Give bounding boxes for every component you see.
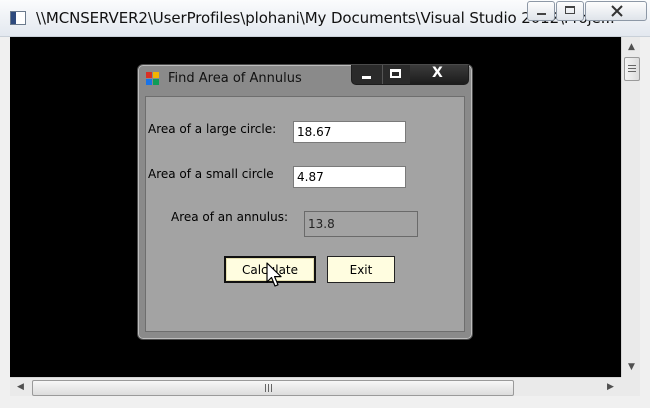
scroll-up-icon[interactable]: ▲ [622, 39, 641, 56]
small-circle-label: Area of a small circle [148, 167, 274, 181]
annulus-result: 13.8 [304, 211, 418, 237]
maximize-icon [390, 69, 401, 78]
mouse-cursor-icon [266, 262, 282, 287]
close-icon: X [432, 65, 443, 81]
window-frame-bottom [0, 396, 650, 408]
scroll-down-icon[interactable]: ▼ [622, 359, 641, 376]
large-circle-input[interactable] [293, 121, 406, 143]
scroll-left-icon[interactable]: ◀ [12, 378, 29, 397]
form-app-icon [146, 72, 160, 86]
maximize-icon [565, 6, 575, 14]
minimize-icon [362, 76, 371, 79]
minimize-icon [537, 13, 546, 15]
large-circle-label: Area of a large circle: [148, 122, 277, 136]
minimize-button[interactable] [527, 1, 555, 21]
window-frame-left [0, 37, 10, 397]
close-icon [611, 5, 623, 17]
dialog-maximize-button[interactable] [382, 65, 411, 84]
annulus-label: Area of an annulus: [171, 210, 288, 224]
maximize-button[interactable] [556, 1, 584, 21]
form-client-area: Area of a large circle: Area of a small … [145, 96, 465, 332]
exit-button[interactable]: Exit [327, 256, 395, 283]
horizontal-scrollbar[interactable]: ◀ ▶ [10, 377, 621, 397]
window-frame-right [640, 37, 650, 408]
horizontal-scroll-thumb[interactable] [32, 380, 514, 396]
close-button[interactable] [585, 1, 647, 21]
outer-titlebar[interactable]: \\MCNSERVER2\UserProfiles\plohani\My Doc… [0, 0, 650, 37]
dialog-title: Find Area of Annulus [168, 71, 302, 86]
dialog-close-button[interactable]: X [410, 65, 468, 84]
annulus-dialog[interactable]: Find Area of Annulus X Area of a large c… [137, 64, 473, 340]
scroll-right-icon[interactable]: ▶ [602, 378, 619, 397]
console-app-icon [10, 11, 26, 25]
vertical-scroll-thumb[interactable] [624, 57, 640, 81]
dialog-caption-buttons: X [351, 65, 469, 85]
vertical-scrollbar[interactable]: ▲ ▼ [621, 37, 641, 377]
dialog-minimize-button[interactable] [352, 65, 383, 84]
small-circle-input[interactable] [293, 166, 406, 188]
size-grip[interactable] [621, 377, 640, 396]
